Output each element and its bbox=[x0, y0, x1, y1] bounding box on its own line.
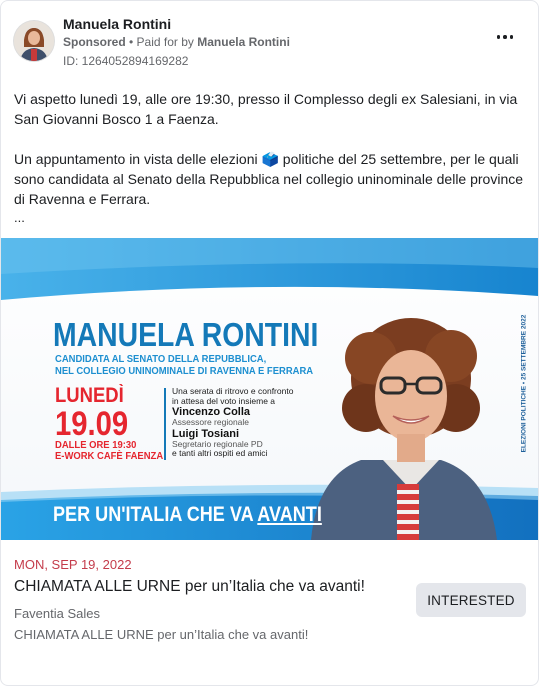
creative-subline: CANDIDATA AL SENATO DELLA REPUBBLICA, NE… bbox=[55, 353, 325, 377]
creative-guest-2: Luigi Tosiani bbox=[172, 427, 240, 440]
advertiser-name[interactable]: Manuela Rontini bbox=[63, 16, 171, 32]
creative-guest-1-role: Assessore regionale bbox=[172, 417, 250, 427]
ad-creative-image[interactable]: MANUELA RONTINI CANDIDATA AL SENATO DELL… bbox=[1, 238, 538, 540]
ad-id: ID: 1264052894169282 bbox=[63, 54, 189, 68]
creative-slogan-prefix: PER UN'ITALIA CHE VA bbox=[53, 503, 258, 526]
creative-subline-1: CANDIDATA AL SENATO DELLA REPUBBLICA, bbox=[55, 353, 267, 365]
creative-slogan-underlined: AVANTI bbox=[257, 503, 322, 526]
creative-details-2: in attesa del voto insieme a bbox=[172, 395, 276, 406]
ad-card: Manuela Rontini Sponsored • Paid for by … bbox=[0, 0, 539, 686]
paid-for-by-name[interactable]: Manuela Rontini bbox=[197, 35, 290, 49]
advertiser-avatar[interactable] bbox=[14, 21, 54, 61]
creative-headline: MANUELA RONTINI bbox=[53, 316, 319, 353]
creative-details: Una serata di ritrovo e confronto in att… bbox=[172, 386, 342, 459]
creative-day: LUNEDÌ bbox=[55, 384, 124, 407]
creative-time-venue: DALLE ORE 19:30 E-WORK CAFÈ FAENZA bbox=[55, 440, 163, 462]
creative-divider bbox=[164, 388, 166, 460]
post-paragraph-2: Un appuntamento in vista delle elezioni … bbox=[14, 151, 524, 207]
post-text: Vi aspetto lunedì 19, alle ore 19:30, pr… bbox=[14, 89, 524, 209]
more-options-icon[interactable] bbox=[490, 27, 520, 47]
event-title[interactable]: CHIAMATA ALLE URNE per un’Italia che va … bbox=[14, 578, 365, 596]
creative-side-label: ELEZIONI POLITICHE • 25 SETTEMBRE 2022 bbox=[520, 314, 528, 453]
post-paragraph-1: Vi aspetto lunedì 19, alle ore 19:30, pr… bbox=[14, 91, 518, 127]
sponsored-meta: Sponsored • Paid for by Manuela Rontini bbox=[63, 35, 290, 49]
creative-side-text: ELEZIONI POLITICHE • 25 SETTEMBRE 2022 bbox=[519, 310, 529, 460]
event-date: MON, SEP 19, 2022 bbox=[14, 557, 132, 572]
creative-details-3: e tanti altri ospiti ed amici bbox=[172, 448, 268, 458]
creative-date: 19.09 bbox=[55, 405, 129, 443]
creative-slogan: PER UN'ITALIA CHE VA AVANTI bbox=[53, 503, 322, 527]
paid-for-prefix: • Paid for by bbox=[125, 35, 198, 49]
see-more-ellipsis[interactable]: ... bbox=[14, 210, 25, 225]
creative-venue: E-WORK CAFÈ FAENZA bbox=[55, 450, 164, 462]
sponsored-label: Sponsored bbox=[63, 35, 126, 49]
interested-button[interactable]: INTERESTED bbox=[416, 583, 526, 617]
event-description: CHIAMATA ALLE URNE per un’Italia che va … bbox=[14, 627, 309, 642]
event-source: Faventia Sales bbox=[14, 606, 100, 621]
creative-subline-2: NEL COLLEGIO UNINOMINALE DI RAVENNA E FE… bbox=[55, 365, 314, 377]
